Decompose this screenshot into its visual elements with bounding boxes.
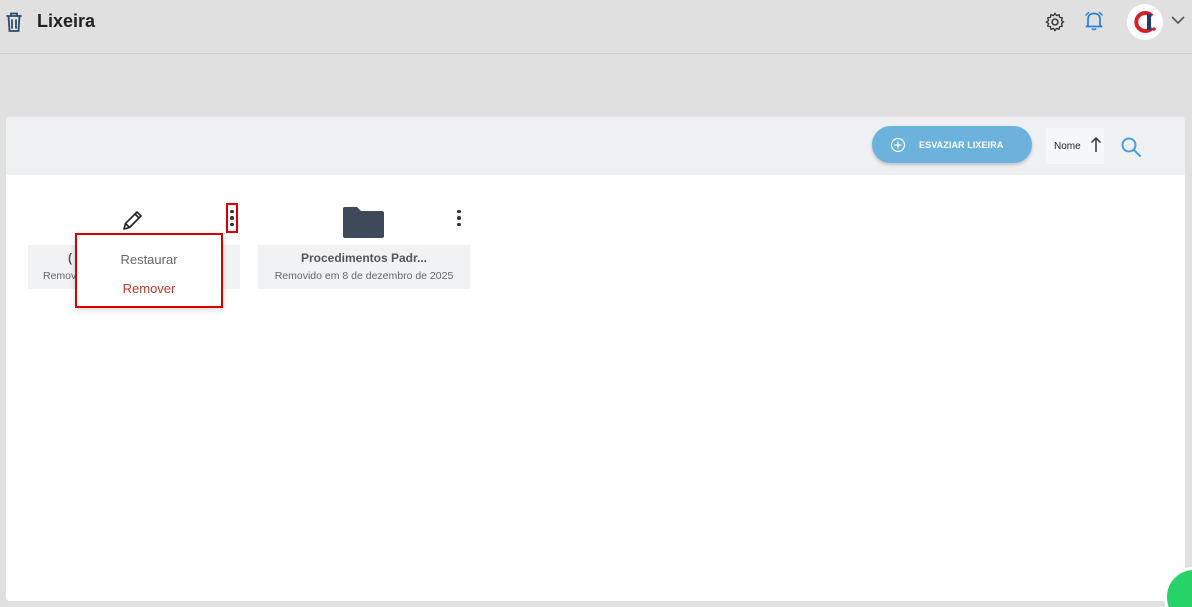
arrow-up-icon[interactable]: [1090, 136, 1102, 154]
kebab-dot: [457, 209, 461, 214]
sort-label: Nome: [1054, 141, 1081, 152]
gear-icon[interactable]: [1044, 11, 1066, 33]
item-context-menu: Restaurar Remover: [75, 233, 223, 308]
empty-trash-button[interactable]: ESVAZIAR LIXEIRA: [872, 126, 1032, 163]
folder-icon: [343, 207, 384, 238]
more-options-button[interactable]: [455, 204, 463, 232]
bell-icon[interactable]: [1084, 10, 1104, 32]
avatar[interactable]: [1127, 4, 1163, 40]
kebab-dot: [230, 222, 234, 227]
item-name: Procedimentos Padr...: [300, 251, 428, 265]
card-preview: [258, 198, 470, 245]
top-bar: Lixeira: [0, 0, 1192, 54]
logo-icon: [1134, 11, 1156, 33]
chevron-down-icon[interactable]: [1170, 14, 1186, 26]
trash-item-card[interactable]: Procedimentos Padr... Removido em 8 de d…: [258, 198, 470, 289]
page-title: Lixeira: [37, 11, 96, 31]
remove-menu-item[interactable]: Remover: [77, 281, 221, 296]
plus-circle-icon: [890, 137, 906, 152]
kebab-dot: [457, 216, 461, 220]
kebab-dot: [230, 216, 234, 220]
toolbar: ESVAZIAR LIXEIRA Nome: [6, 117, 1185, 175]
empty-trash-label: ESVAZIAR LIXEIRA: [919, 139, 1004, 150]
trash-panel: ESVAZIAR LIXEIRA Nome ( Remov Procedimen…: [6, 117, 1185, 601]
pencil-icon: [123, 211, 142, 230]
more-options-button[interactable]: [226, 203, 238, 233]
kebab-dot: [230, 209, 234, 214]
sort-control[interactable]: Nome: [1046, 128, 1104, 164]
item-removed-date: Removido em 8 de dezembro de 2025: [274, 270, 454, 282]
search-icon[interactable]: [1120, 136, 1142, 158]
kebab-dot: [457, 222, 461, 227]
restore-menu-item[interactable]: Restaurar: [77, 252, 221, 267]
trash-icon: [6, 12, 22, 32]
